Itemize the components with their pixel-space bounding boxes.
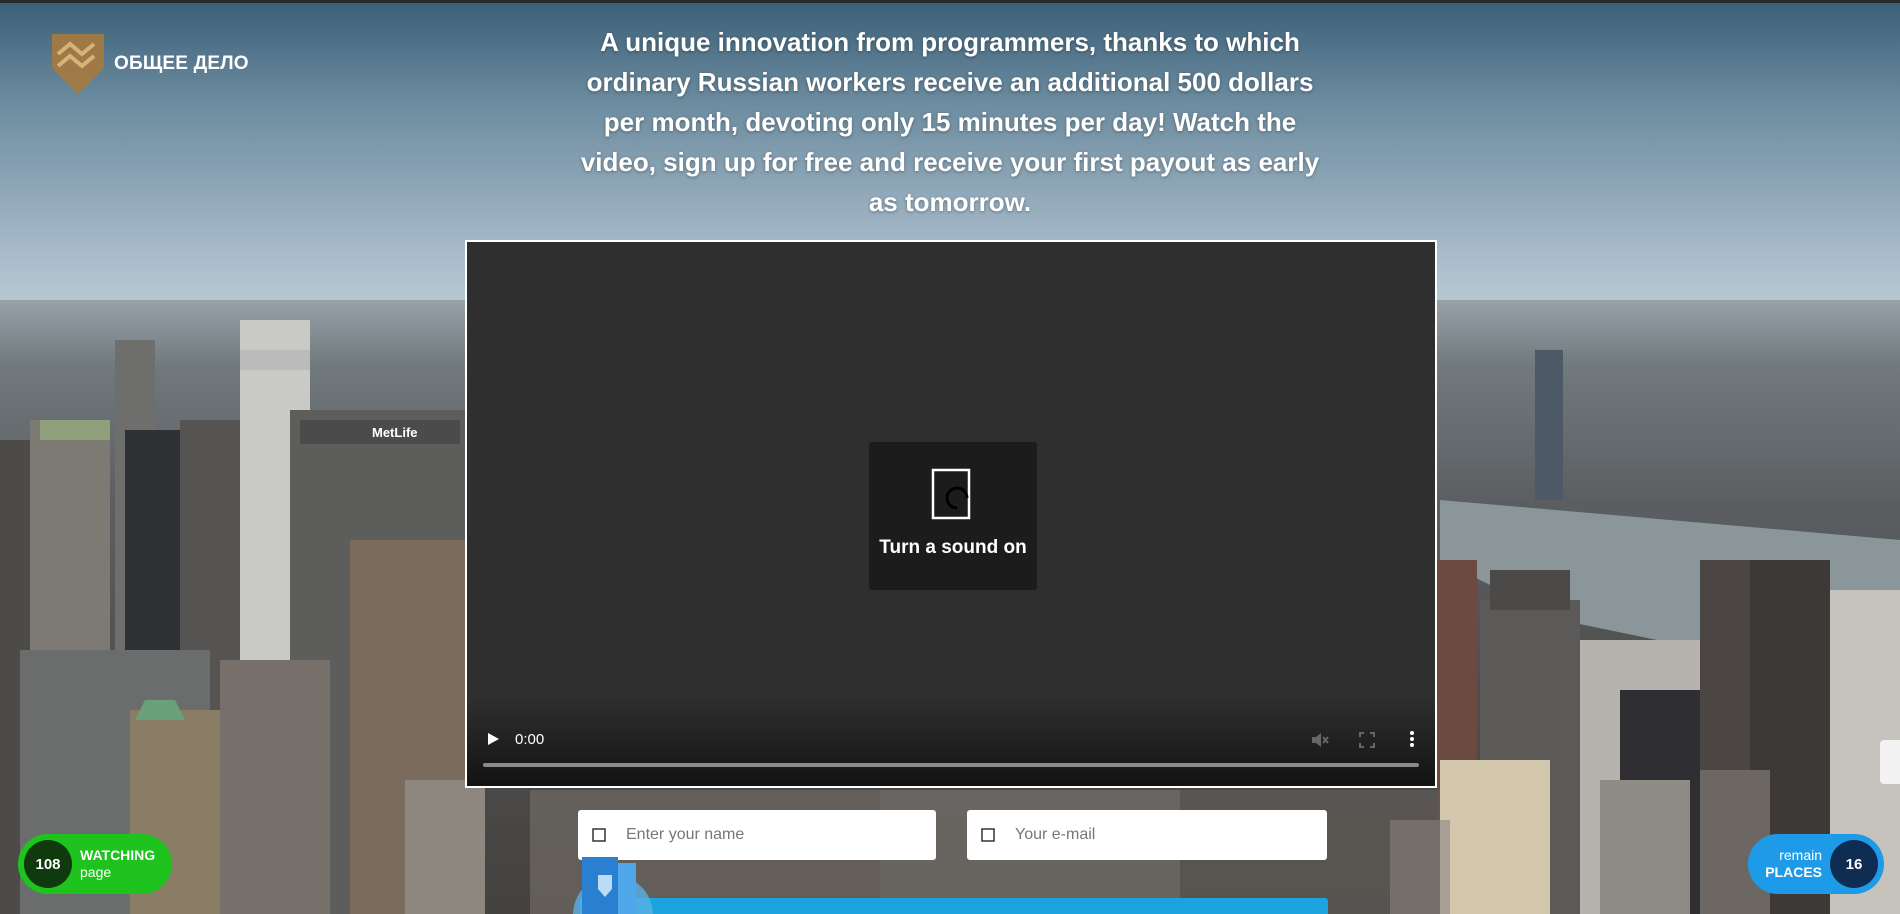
svg-text:MetLife: MetLife	[372, 425, 418, 440]
watching-text: WATCHING page	[80, 847, 155, 881]
user-icon	[592, 828, 606, 842]
side-widget-tab[interactable]	[1880, 740, 1900, 784]
video-progress-bar[interactable]	[483, 763, 1419, 767]
email-input[interactable]	[1013, 825, 1297, 845]
speaker-icon	[931, 468, 971, 520]
more-options-icon[interactable]	[1402, 729, 1422, 749]
product-box-image	[573, 857, 653, 914]
mail-icon	[981, 828, 995, 842]
places-sub: remain	[1779, 847, 1822, 863]
landing-page: MetLife ОБЩЕЕ ДЕЛО A unique innovation f…	[0, 0, 1900, 914]
name-input[interactable]	[624, 825, 908, 845]
places-text: remain PLACES	[1765, 847, 1822, 881]
video-player[interactable]: Turn a sound on 0:00	[465, 240, 1437, 788]
video-controls-gradient	[467, 696, 1435, 786]
page-headline: A unique innovation from programmers, th…	[580, 27, 1320, 217]
watching-sub: page	[80, 864, 112, 880]
video-time: 0:00	[515, 731, 545, 748]
handshake-shield-icon	[52, 34, 104, 94]
places-label: PLACES	[1765, 864, 1822, 880]
places-remaining-badge: remain PLACES 16	[1748, 834, 1884, 894]
play-icon[interactable]	[485, 731, 501, 747]
watching-count: 108	[24, 840, 72, 888]
brand-name: ОБЩЕЕ ДЕЛО	[114, 53, 249, 74]
name-field[interactable]	[578, 810, 936, 860]
email-field[interactable]	[967, 810, 1327, 860]
watching-label: WATCHING	[80, 847, 156, 863]
mute-icon[interactable]	[1309, 730, 1329, 750]
turn-sound-on-button[interactable]: Turn a sound on	[869, 442, 1037, 590]
fullscreen-icon[interactable]	[1357, 730, 1377, 750]
places-count: 16	[1830, 840, 1878, 888]
turn-sound-on-label: Turn a sound on	[879, 537, 1027, 558]
register-button[interactable]	[580, 898, 1328, 914]
brand-logo[interactable]: ОБЩЕЕ ДЕЛО	[50, 32, 249, 96]
watching-counter-badge: 108 WATCHING page	[18, 834, 172, 894]
